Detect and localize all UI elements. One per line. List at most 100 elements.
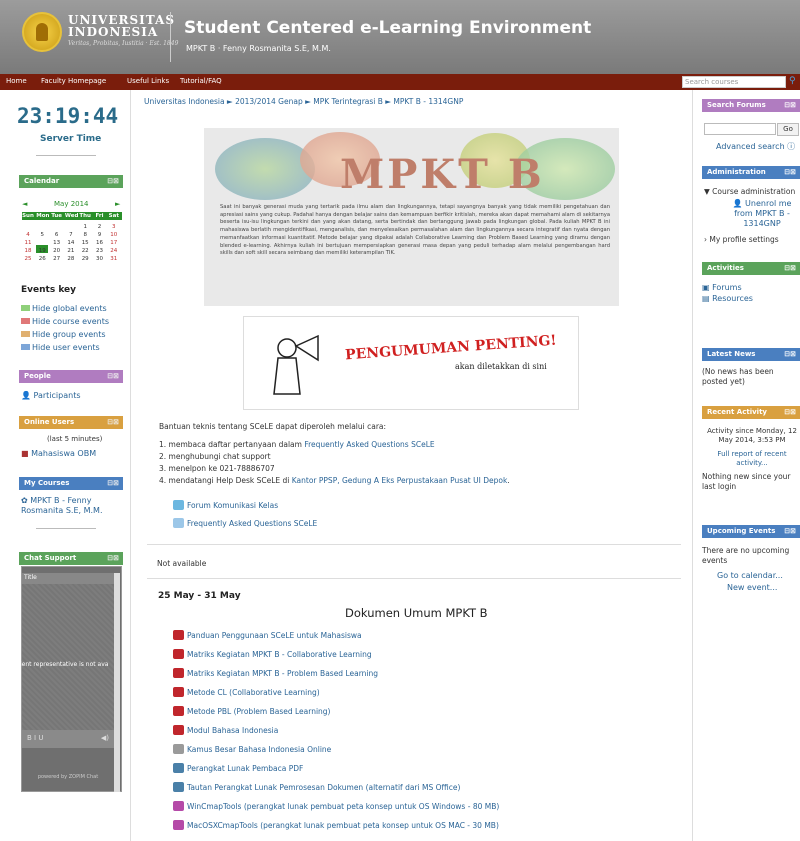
upcoming-events-block-header: Upcoming Events ⊟⊠ (702, 525, 800, 538)
calendar-day[interactable]: 6 (51, 232, 63, 238)
document-title: Tautan Perangkat Lunak Pemrosesan Dokume… (187, 783, 461, 792)
calendar-day[interactable]: 13 (51, 240, 63, 246)
calendar-block-header: Calendar ⊟⊠ (19, 175, 123, 188)
calendar-day[interactable]: 26 (36, 256, 48, 262)
block-controls-icon[interactable]: ⊟⊠ (784, 168, 796, 176)
file-icon (173, 820, 184, 830)
sound-icon[interactable]: ◀) (101, 734, 109, 742)
nav-home[interactable]: Home (6, 77, 27, 85)
calendar-day[interactable]: 11 (22, 240, 34, 246)
calendar-day[interactable]: 22 (79, 248, 91, 254)
faq-link[interactable]: Frequently Asked Questions SCeLE (304, 440, 434, 449)
chat-powered-by: powered by ZOPIM Chat (37, 774, 99, 780)
calendar-day[interactable]: 27 (51, 256, 63, 262)
course-subtitle: MPKT B · Fenny Rosmanita S.E, M.M. (186, 44, 331, 53)
document-item[interactable]: MacOSXCmapTools (perangkat lunak pembuat… (173, 820, 499, 830)
hide-global-events[interactable]: Hide global events (21, 304, 107, 313)
calendar-day[interactable]: 5 (36, 232, 48, 238)
new-event-link[interactable]: New event... (727, 583, 777, 592)
document-item[interactable]: Perangkat Lunak Pembaca PDF (173, 763, 303, 773)
calendar-day[interactable]: 2 (94, 224, 106, 230)
course-administration-node[interactable]: ▼ Course administration (704, 187, 795, 196)
advanced-search-link[interactable]: Advanced search ⓘ (716, 141, 795, 152)
search-icon[interactable]: ⚲ (789, 76, 800, 88)
block-controls-icon[interactable]: ⊟⊠ (107, 479, 119, 487)
unenrol-link[interactable]: 👤 Unenrol me from MPKT B - 1314GNP (724, 199, 800, 229)
calendar-day[interactable]: 1 (79, 224, 91, 230)
calendar-month[interactable]: May 2014 (54, 200, 89, 208)
calendar-day[interactable]: 29 (79, 256, 91, 262)
online-user-link[interactable]: ■ Mahasiswa OBM (21, 449, 96, 458)
course-search-input[interactable]: Search courses (682, 76, 786, 88)
block-controls-icon[interactable]: ⊟⊠ (107, 372, 119, 380)
block-controls-icon[interactable]: ⊟⊠ (784, 350, 796, 358)
calendar-next-icon[interactable]: ► (115, 200, 120, 208)
block-controls-icon[interactable]: ⊟⊠ (784, 101, 796, 109)
block-controls-icon[interactable]: ⊟⊠ (784, 527, 796, 535)
calendar-day[interactable]: 18 (22, 248, 34, 254)
calendar-day[interactable]: 17 (108, 240, 120, 246)
nav-faculty-homepage[interactable]: Faculty Homepage (41, 77, 106, 85)
calendar-weekday: Thu (79, 213, 91, 219)
help-item: 3. menelpon ke 021-78886707 (159, 464, 275, 473)
calendar-day[interactable]: 23 (94, 248, 106, 254)
calendar-day[interactable]: 31 (108, 256, 120, 262)
calendar-day[interactable]: 24 (108, 248, 120, 254)
university-logo[interactable] (22, 12, 62, 52)
no-upcoming-text: There are no upcoming events (702, 546, 790, 565)
block-controls-icon[interactable]: ⊟⊠ (107, 418, 119, 426)
profile-settings-node[interactable]: › My profile settings (704, 235, 779, 244)
chat-window-title: Title (22, 573, 114, 584)
forum-search-input[interactable] (704, 123, 776, 135)
calendar-day[interactable]: 3 (108, 224, 120, 230)
calendar-day[interactable]: 8 (79, 232, 91, 238)
block-controls-icon[interactable]: ⊟⊠ (784, 408, 796, 416)
calendar-day[interactable]: 9 (94, 232, 106, 238)
hide-user-events[interactable]: Hide user events (21, 343, 100, 352)
calendar-day[interactable]: 28 (65, 256, 77, 262)
document-item[interactable]: Matriks Kegiatan MPKT B - Problem Based … (173, 668, 378, 678)
participants-link[interactable]: 👤 Participants (21, 391, 81, 400)
document-item[interactable]: Tautan Perangkat Lunak Pemrosesan Dokume… (173, 782, 460, 792)
calendar-day[interactable]: 15 (79, 240, 91, 246)
calendar-day[interactable]: 21 (65, 248, 77, 254)
breadcrumb[interactable]: Universitas Indonesia ► 2013/2014 Genap … (144, 97, 463, 106)
document-item[interactable]: Modul Bahasa Indonesia (173, 725, 278, 735)
document-item[interactable]: WinCmapTools (perangkat lunak pembuat pe… (173, 801, 499, 811)
forum-search-go-button[interactable]: Go (777, 123, 799, 136)
calendar-prev-icon[interactable]: ◄ (22, 200, 27, 208)
calendar-day[interactable]: 16 (94, 240, 106, 246)
document-item[interactable]: Panduan Penggunaan SCeLE untuk Mahasiswa (173, 630, 362, 640)
nav-useful-links[interactable]: Useful Links (127, 77, 169, 85)
calendar-day[interactable]: 10 (108, 232, 120, 238)
block-controls-icon[interactable]: ⊟⊠ (107, 177, 119, 185)
nav-tutorial-faq[interactable]: Tutorial/FAQ (180, 77, 222, 85)
activity-resources-link[interactable]: ▤ Resources (702, 294, 753, 303)
calendar-day[interactable]: 19 (36, 248, 48, 254)
document-item[interactable]: Metode PBL (Problem Based Learning) (173, 706, 330, 716)
full-report-link[interactable]: Full report of recent activity... (712, 450, 792, 468)
forum-activity[interactable]: Forum Komunikasi Kelas (173, 500, 278, 510)
block-controls-icon[interactable]: ⊟⊠ (107, 554, 119, 562)
activity-forums-link[interactable]: ▣ Forums (702, 283, 742, 292)
online-users-period: (last 5 minutes) (47, 435, 103, 443)
calendar-day[interactable]: 25 (22, 256, 34, 262)
block-controls-icon[interactable]: ⊟⊠ (784, 264, 796, 272)
chat-scrollbar[interactable] (114, 573, 120, 792)
document-item[interactable]: Matriks Kegiatan MPKT B - Collaborative … (173, 649, 372, 659)
calendar-day[interactable]: 7 (65, 232, 77, 238)
chat-toolbar[interactable]: B I U ◀) (22, 730, 114, 748)
calendar-day[interactable]: 30 (94, 256, 106, 262)
hide-group-events[interactable]: Hide group events (21, 330, 106, 339)
calendar-day[interactable]: 4 (22, 232, 34, 238)
course-link[interactable]: ✿ MPKT B - Fenny Rosmanita S.E, M.M. (21, 496, 125, 516)
hide-course-events[interactable]: Hide course events (21, 317, 109, 326)
calendar-day[interactable]: 12 (36, 240, 48, 246)
document-item[interactable]: Metode CL (Collaborative Learning) (173, 687, 320, 697)
go-to-calendar-link[interactable]: Go to calendar... (717, 571, 783, 580)
helpdesk-location-link[interactable]: Kantor PPSP, Gedung A Eks Perpustakaan P… (292, 476, 508, 485)
calendar-day[interactable]: 14 (65, 240, 77, 246)
document-item[interactable]: Kamus Besar Bahasa Indonesia Online (173, 744, 331, 754)
faq-activity[interactable]: Frequently Asked Questions SCeLE (173, 518, 317, 528)
calendar-day[interactable]: 20 (51, 248, 63, 254)
